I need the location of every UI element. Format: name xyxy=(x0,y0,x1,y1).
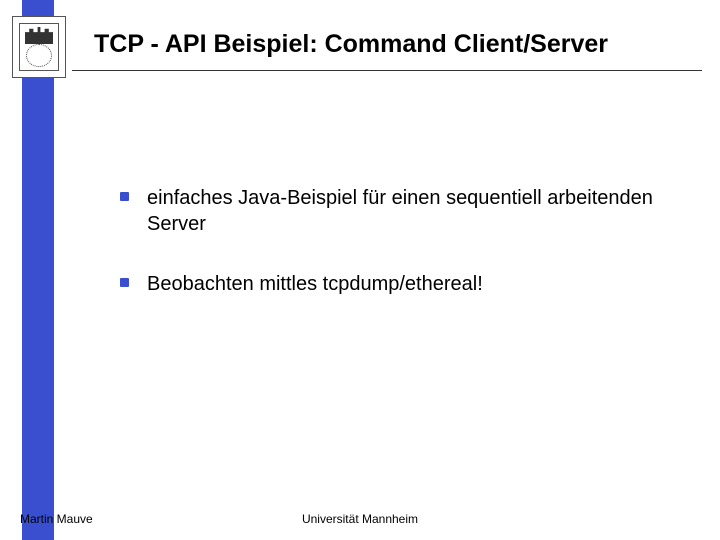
bullet-text: einfaches Java-Beispiel für einen sequen… xyxy=(147,185,680,237)
content-area: einfaches Java-Beispiel für einen sequen… xyxy=(120,185,680,331)
bullet-icon xyxy=(120,192,129,201)
slide: TCP - API Beispiel: Command Client/Serve… xyxy=(0,0,720,540)
list-item: einfaches Java-Beispiel für einen sequen… xyxy=(120,185,680,237)
seal-icon xyxy=(26,44,52,67)
bullet-text: Beobachten mittles tcpdump/ethereal! xyxy=(147,271,483,297)
slide-title: TCP - API Beispiel: Command Client/Serve… xyxy=(94,30,608,59)
title-rule xyxy=(72,70,702,71)
list-item: Beobachten mittles tcpdump/ethereal! xyxy=(120,271,680,297)
university-logo xyxy=(12,16,66,78)
bullet-icon xyxy=(120,278,129,287)
castle-icon xyxy=(25,27,53,44)
footer-affiliation: Universität Mannheim xyxy=(0,512,720,526)
accent-bar xyxy=(22,0,54,540)
logo-inner xyxy=(19,23,59,71)
